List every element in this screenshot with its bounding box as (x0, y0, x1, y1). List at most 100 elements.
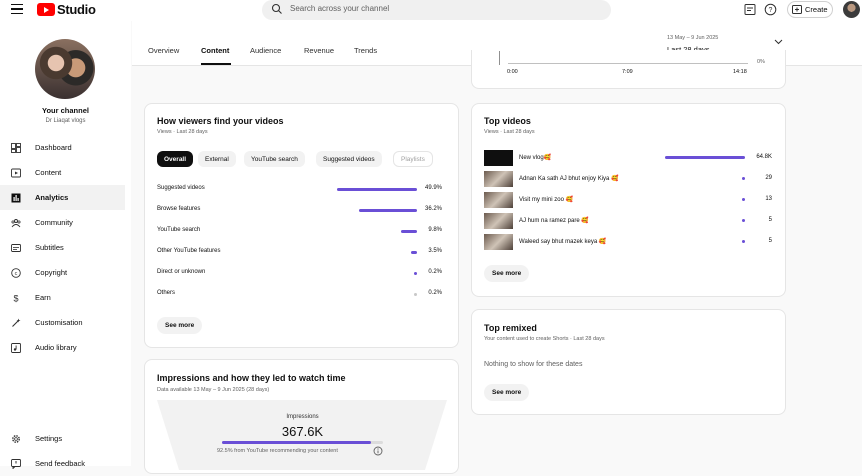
sidebar-item-label: Audio library (35, 343, 77, 352)
sidebar-item-dashboard[interactable]: Dashboard (0, 135, 131, 160)
captions-icon[interactable] (744, 3, 756, 16)
tab-revenue[interactable]: Revenue (304, 46, 334, 55)
video-bar (742, 240, 745, 243)
chart-baseline (508, 63, 748, 64)
video-thumbnail (484, 171, 513, 187)
tab-overview[interactable]: Overview (148, 46, 179, 55)
logo-text: Studio (57, 2, 96, 17)
sidebar-item-earn[interactable]: $ Earn (0, 285, 131, 310)
chart-y-label: 0% (757, 59, 765, 65)
video-views: 64.8K (756, 154, 772, 160)
card-subtitle: Data available 13 May – 9 Jun 2025 (28 d… (157, 387, 270, 393)
card-title: Impressions and how they led to watch ti… (157, 373, 346, 383)
menu-icon[interactable] (11, 4, 23, 14)
video-row[interactable]: AJ hum na ramez pare 🥰 5 (484, 213, 772, 230)
video-title: Visit my mini zoo 🥰 (519, 197, 574, 203)
chip-overall[interactable]: Overall (157, 151, 194, 167)
sidebar-item-customisation[interactable]: Customisation (0, 310, 131, 335)
source-percent: 36.2% (424, 206, 442, 212)
traffic-source-row: Browse features 36.2% (157, 206, 442, 216)
video-bar (742, 177, 745, 180)
create-button[interactable]: Create (787, 1, 833, 18)
chevron-down-icon[interactable] (774, 39, 783, 45)
feedback-icon (11, 458, 21, 469)
source-label: YouTube search (157, 227, 201, 233)
source-label: Suggested videos (157, 185, 205, 191)
analytics-icon (11, 193, 21, 202)
tab-audience[interactable]: Audience (250, 46, 281, 55)
create-icon (792, 5, 802, 14)
card-subtitle: Your content used to create Shorts · Las… (484, 336, 605, 342)
sidebar-item-analytics[interactable]: Analytics (0, 185, 125, 210)
retention-chart-card: 0:00 7:09 14:18 0% (471, 50, 786, 89)
video-views: 13 (765, 196, 772, 202)
chip-suggested-videos[interactable]: Suggested videos (316, 151, 382, 167)
customisation-icon (12, 318, 21, 327)
video-title: Adnan Ka sath AJ bhut enjoy Kiya 🥰 (519, 176, 619, 182)
sidebar: Your channel Dr Liaqat vlogs Dashboard C… (0, 21, 131, 469)
sidebar-item-label: Settings (35, 434, 63, 443)
impressions-value: 367.6K (281, 424, 324, 439)
svg-text:c: c (15, 271, 18, 277)
channel-avatar[interactable] (35, 39, 95, 99)
see-more-button[interactable]: See more (157, 317, 203, 334)
video-thumbnail (484, 150, 513, 166)
sidebar-nav: Dashboard Content Analytics Community Su… (0, 135, 131, 360)
date-range-dates: 13 May – 9 Jun 2025 (667, 35, 719, 41)
sidebar-item-label: Earn (35, 293, 51, 302)
sidebar-item-copyright[interactable]: c Copyright (0, 260, 131, 285)
tab-trends[interactable]: Trends (354, 46, 377, 55)
source-percent: 0.2% (428, 269, 442, 275)
chart-tick: 14:18 (733, 69, 747, 75)
impressions-note: 92.5% from YouTube recommending your con… (217, 448, 338, 454)
video-title: Waleed say bhut mazek keya 🥰 (519, 239, 607, 245)
search-icon (271, 3, 282, 14)
chart-axis-line (499, 51, 500, 65)
see-more-button[interactable]: See more (484, 384, 530, 401)
chip-external[interactable]: External (198, 151, 236, 167)
sidebar-item-audio-library[interactable]: Audio library (0, 335, 131, 360)
video-row[interactable]: New vlog🥰 64.8K (484, 150, 772, 167)
traffic-source-row: Suggested videos 49.9% (157, 185, 442, 195)
source-bar (358, 209, 417, 212)
traffic-source-row: Others 0.2% (157, 290, 442, 300)
source-label: Others (157, 290, 176, 296)
chip-playlists[interactable]: Playlists (393, 151, 433, 167)
info-icon[interactable] (373, 446, 383, 456)
source-bar (401, 230, 417, 233)
traffic-source-row: Direct or unknown 0.2% (157, 269, 442, 279)
video-bar (742, 198, 745, 201)
source-percent: 49.9% (424, 185, 442, 191)
help-icon[interactable]: ? (764, 3, 777, 16)
top-bar: Studio Search across your channel ? Crea… (0, 0, 862, 21)
account-avatar[interactable] (843, 1, 860, 18)
source-bar (337, 188, 417, 191)
search-placeholder: Search across your channel (290, 4, 390, 13)
video-title: AJ hum na ramez pare 🥰 (519, 218, 589, 224)
settings-icon (12, 434, 20, 443)
svg-text:?: ? (769, 7, 773, 14)
studio-logo[interactable]: Studio (37, 2, 96, 17)
sidebar-item-community[interactable]: Community (0, 210, 131, 235)
sidebar-item-send-feedback[interactable]: Send feedback (0, 451, 131, 476)
sidebar-item-subtitles[interactable]: Subtitles (0, 235, 131, 260)
impressions-progress-track (222, 441, 383, 444)
community-icon (11, 218, 21, 227)
sidebar-item-settings[interactable]: Settings (0, 426, 131, 451)
search-input[interactable]: Search across your channel (262, 0, 611, 20)
video-row[interactable]: Adnan Ka sath AJ bhut enjoy Kiya 🥰 29 (484, 171, 772, 188)
sidebar-item-label: Send feedback (35, 459, 86, 468)
see-more-button[interactable]: See more (484, 265, 530, 282)
impressions-label: Impressions (286, 414, 319, 420)
card-title: Top videos (484, 116, 531, 126)
card-subtitle: Views · Last 28 days (157, 129, 208, 135)
dashboard-icon (11, 142, 21, 153)
card-title: How viewers find your videos (157, 116, 284, 126)
video-row[interactable]: Visit my mini zoo 🥰 13 (484, 192, 772, 209)
sidebar-item-content[interactable]: Content (0, 160, 131, 185)
chip-youtube-search[interactable]: YouTube search (244, 151, 305, 167)
video-row[interactable]: Waleed say bhut mazek keya 🥰 5 (484, 234, 772, 251)
video-thumbnail (484, 234, 513, 250)
source-bar (414, 272, 417, 275)
tab-content[interactable]: Content (201, 46, 229, 55)
